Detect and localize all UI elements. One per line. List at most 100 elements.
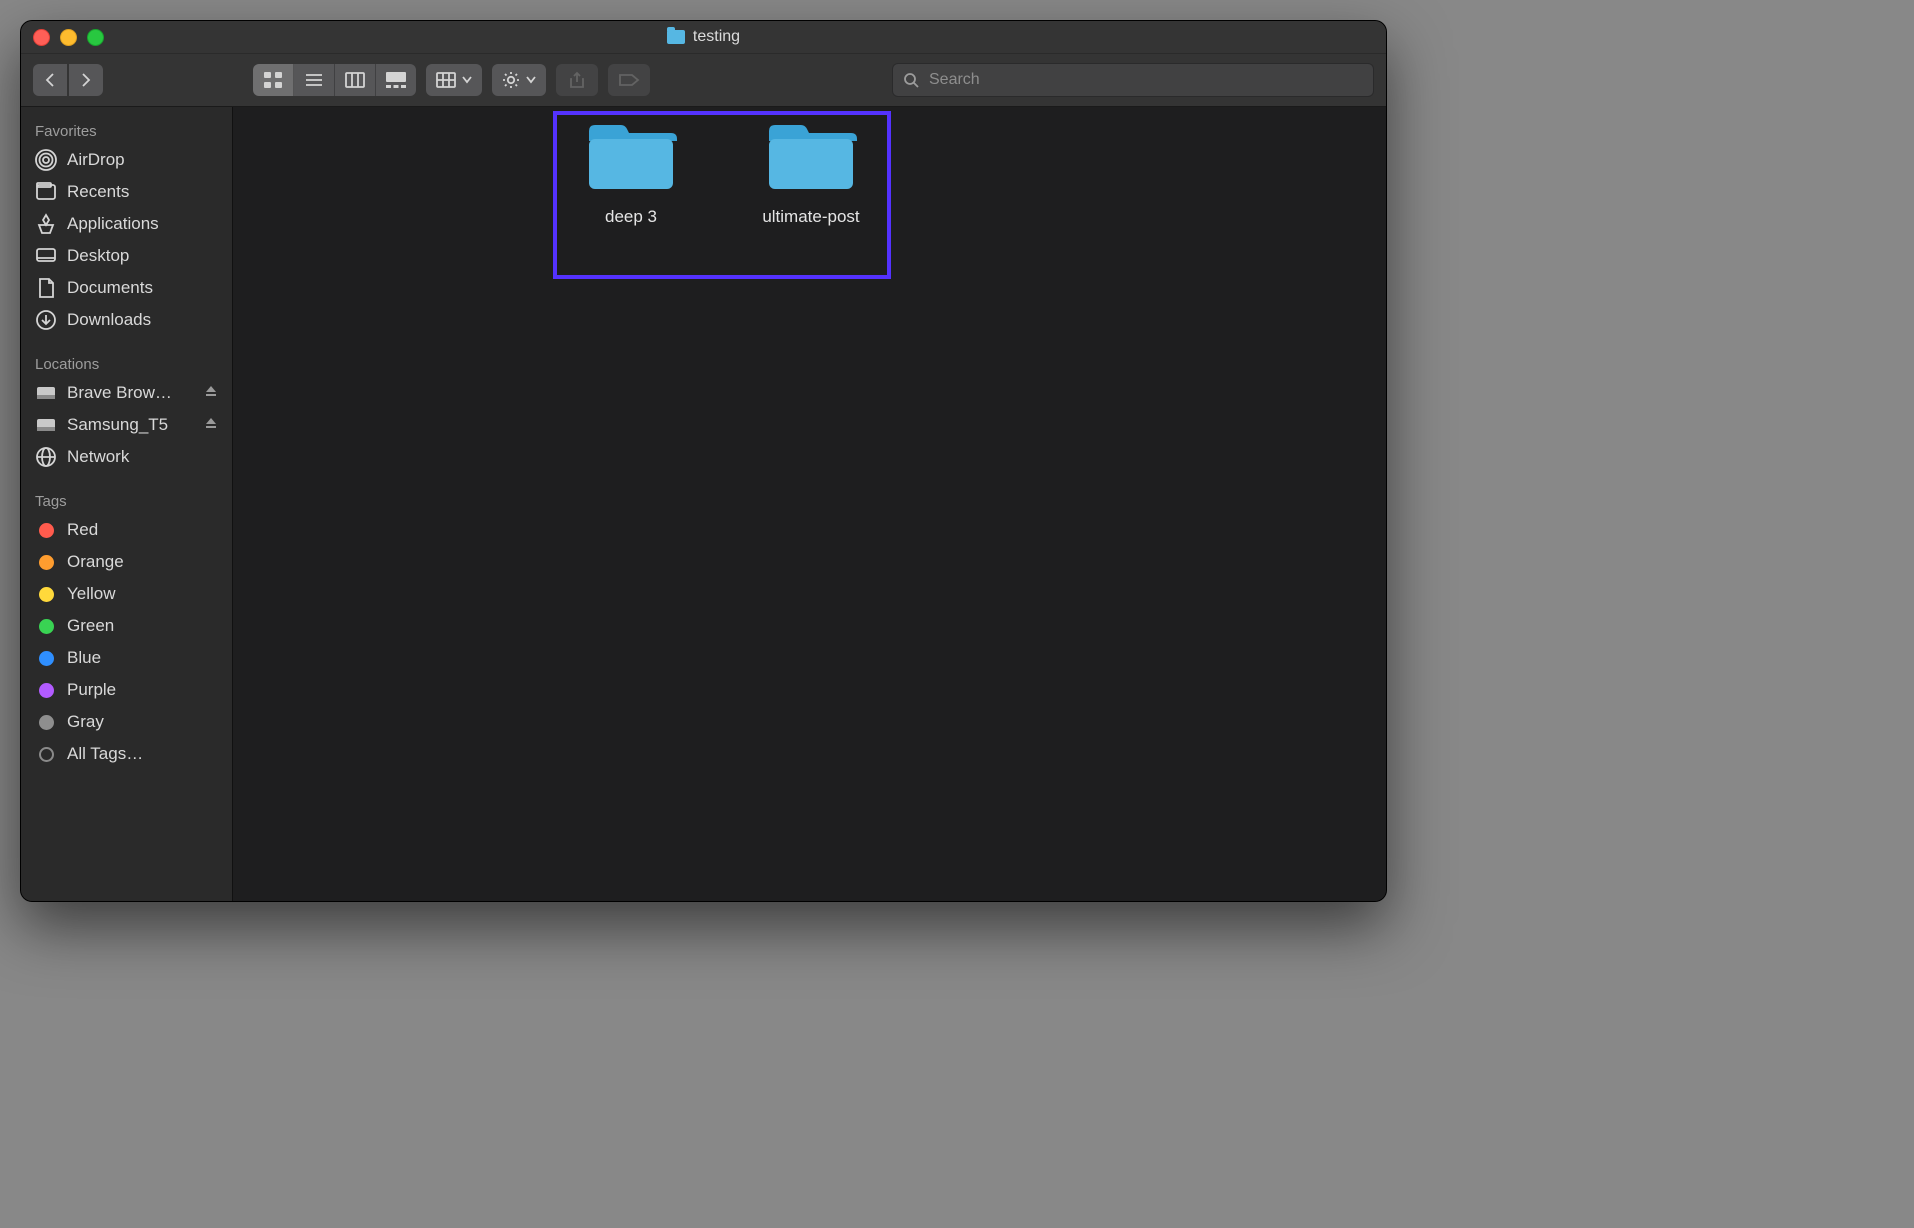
folder-item[interactable]: deep 3	[571, 121, 691, 227]
sidebar-item-downloads[interactable]: Downloads	[21, 304, 232, 336]
sidebar-item-label: Samsung_T5	[67, 415, 190, 435]
toolbar	[21, 54, 1386, 107]
window-controls	[33, 29, 104, 46]
chevron-right-icon	[79, 72, 93, 88]
tags-button[interactable]	[608, 64, 650, 96]
tag-dot-icon	[35, 647, 57, 669]
documents-icon	[35, 277, 57, 299]
folder-icon	[765, 121, 857, 193]
sidebar-item-recents[interactable]: Recents	[21, 176, 232, 208]
search-icon	[903, 72, 919, 88]
sidebar-item-network[interactable]: Network	[21, 441, 232, 473]
window-title: testing	[693, 28, 740, 46]
navigation-group	[33, 64, 103, 96]
chevron-left-icon	[43, 72, 57, 88]
tag-dot-icon	[35, 583, 57, 605]
finder-window: testing	[20, 20, 1387, 902]
applications-icon	[35, 213, 57, 235]
sidebar-item-label: Purple	[67, 680, 218, 700]
grid-icon	[263, 71, 283, 89]
arrange-button[interactable]	[426, 64, 482, 96]
sidebar-tag-green[interactable]: Green	[21, 610, 232, 642]
sidebar-item-label: Gray	[67, 712, 218, 732]
eject-icon[interactable]	[204, 383, 218, 403]
sidebar-item-label: Yellow	[67, 584, 218, 604]
sidebar-item-label: Desktop	[67, 246, 218, 266]
close-window-button[interactable]	[33, 29, 50, 46]
view-mode-group	[253, 64, 416, 96]
tag-dot-icon	[35, 679, 57, 701]
sidebar-item-label: Downloads	[67, 310, 218, 330]
view-column-button[interactable]	[335, 64, 376, 96]
recents-icon	[35, 181, 57, 203]
sidebar-item-label: Network	[67, 447, 218, 467]
sidebar-item-brave[interactable]: Brave Brow…	[21, 377, 232, 409]
tag-icon	[618, 73, 640, 87]
view-list-button[interactable]	[294, 64, 335, 96]
tag-dot-icon	[35, 551, 57, 573]
minimize-window-button[interactable]	[60, 29, 77, 46]
tag-dot-icon	[35, 615, 57, 637]
gear-icon	[502, 71, 520, 89]
sidebar-item-label: Recents	[67, 182, 218, 202]
sidebar-tag-orange[interactable]: Orange	[21, 546, 232, 578]
sidebar-section-locations: Locations	[21, 350, 232, 377]
columns-icon	[345, 71, 365, 89]
list-icon	[304, 71, 324, 89]
item-name: deep 3	[605, 207, 657, 227]
disk-icon	[35, 382, 57, 404]
network-icon	[35, 446, 57, 468]
arrange-icon	[436, 72, 456, 88]
eject-icon[interactable]	[204, 415, 218, 435]
sidebar-item-label: Blue	[67, 648, 218, 668]
content-area[interactable]: deep 3 ultimate-post	[233, 107, 1386, 901]
sidebar: Favorites AirDrop Recents	[21, 107, 233, 901]
tag-dot-icon	[35, 519, 57, 541]
sidebar-tag-purple[interactable]: Purple	[21, 674, 232, 706]
sidebar-section-favorites: Favorites	[21, 117, 232, 144]
tag-dot-icon	[35, 711, 57, 733]
sidebar-tag-red[interactable]: Red	[21, 514, 232, 546]
folder-icon	[667, 30, 685, 44]
sidebar-item-label: Red	[67, 520, 218, 540]
chevron-down-icon	[526, 76, 536, 84]
downloads-icon	[35, 309, 57, 331]
share-button[interactable]	[556, 64, 598, 96]
sidebar-item-label: AirDrop	[67, 150, 218, 170]
sidebar-item-label: All Tags…	[67, 744, 218, 764]
sidebar-tag-yellow[interactable]: Yellow	[21, 578, 232, 610]
sidebar-tag-gray[interactable]: Gray	[21, 706, 232, 738]
forward-button[interactable]	[69, 64, 103, 96]
back-button[interactable]	[33, 64, 67, 96]
all-tags-icon	[35, 743, 57, 765]
sidebar-item-label: Applications	[67, 214, 218, 234]
folder-icon	[585, 121, 677, 193]
sidebar-item-applications[interactable]: Applications	[21, 208, 232, 240]
view-gallery-button[interactable]	[376, 64, 416, 96]
folder-item[interactable]: ultimate-post	[751, 121, 871, 227]
search-input[interactable]	[927, 70, 1363, 90]
sidebar-item-airdrop[interactable]: AirDrop	[21, 144, 232, 176]
sidebar-item-desktop[interactable]: Desktop	[21, 240, 232, 272]
sidebar-item-samsung[interactable]: Samsung_T5	[21, 409, 232, 441]
zoom-window-button[interactable]	[87, 29, 104, 46]
chevron-down-icon	[462, 76, 472, 84]
airdrop-icon	[35, 149, 57, 171]
sidebar-section-tags: Tags	[21, 487, 232, 514]
item-name: ultimate-post	[762, 207, 859, 227]
desktop-icon	[35, 245, 57, 267]
sidebar-item-label: Documents	[67, 278, 218, 298]
sidebar-item-all-tags[interactable]: All Tags…	[21, 738, 232, 770]
sidebar-item-documents[interactable]: Documents	[21, 272, 232, 304]
sidebar-item-label: Green	[67, 616, 218, 636]
sidebar-item-label: Brave Brow…	[67, 383, 190, 403]
sidebar-tag-blue[interactable]: Blue	[21, 642, 232, 674]
sidebar-item-label: Orange	[67, 552, 218, 572]
search-field[interactable]	[892, 63, 1374, 97]
action-menu-button[interactable]	[492, 64, 546, 96]
disk-icon	[35, 414, 57, 436]
share-icon	[569, 71, 585, 89]
view-icon-button[interactable]	[253, 64, 294, 96]
title-bar: testing	[21, 21, 1386, 54]
gallery-icon	[385, 71, 407, 89]
